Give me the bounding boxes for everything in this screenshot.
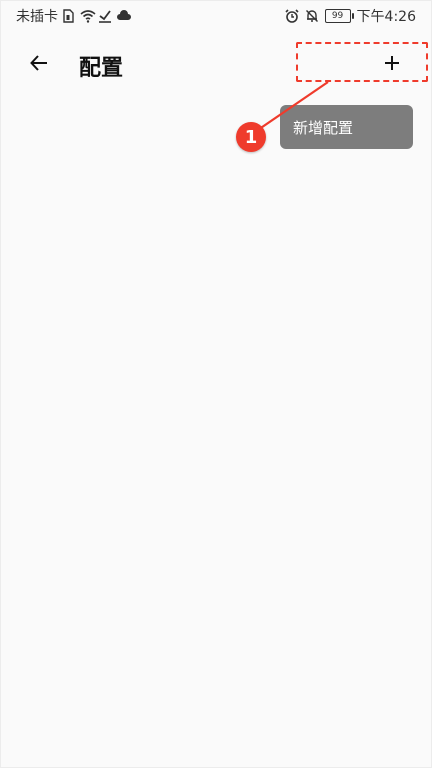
status-right: 99 下午4:26 (284, 6, 416, 26)
tooltip-text: 新增配置 (293, 118, 354, 137)
back-button[interactable] (22, 48, 56, 82)
sim-icon (62, 9, 76, 23)
status-left: 未插卡 (16, 6, 131, 26)
check-icon (98, 9, 112, 23)
arrow-left-icon (28, 52, 50, 78)
carrier-text: 未插卡 (16, 9, 58, 25)
battery-icon: 99 (324, 9, 354, 23)
clock-text: 下午4:26 (356, 9, 416, 25)
battery-level: 99 (331, 11, 344, 21)
status-bar: 未插卡 99 下午4:26 (0, 0, 432, 30)
add-config-tooltip: 新增配置 (280, 105, 413, 149)
alarm-icon (284, 9, 299, 23)
wifi-icon (80, 9, 96, 23)
bell-off-icon (305, 9, 319, 23)
cloud-icon (116, 9, 131, 23)
highlight-box (296, 42, 428, 82)
annotation-badge: 1 (236, 122, 266, 152)
page-title: 配置 (79, 56, 124, 81)
